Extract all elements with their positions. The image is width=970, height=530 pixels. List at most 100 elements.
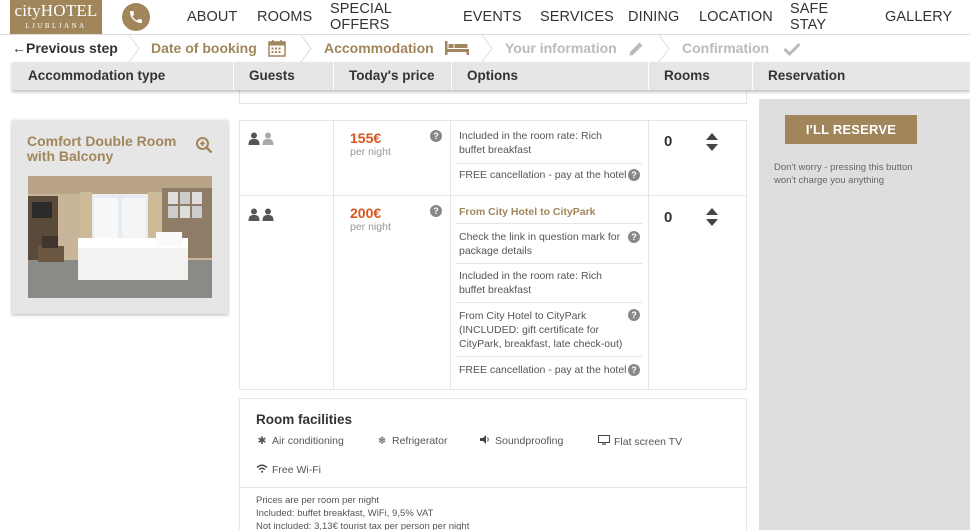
rate-package-name: From City Hotel to CityPark [459,206,596,218]
step-divider-chevron [658,35,670,62]
nav-special-offers[interactable]: SPECIAL OFFERS [330,1,391,33]
speaker-icon [479,435,491,447]
column-separator [648,62,649,90]
facility-item: Flat screen TV [598,435,682,448]
option-divider [456,302,642,303]
price-note: Included: buffet breakfast, WiFi, 9,5% V… [256,508,434,519]
option-divider [456,263,642,264]
facility-label: Soundproofing [495,435,564,447]
column-separator [333,62,334,90]
rate-option: From City Hotel to CityPark (INCLUDED: g… [459,310,623,350]
rates-row-line [240,195,746,196]
rate-per-night: per night [350,221,391,233]
facility-label: Refrigerator [392,435,448,447]
rooms-stepper-arrows[interactable] [705,207,719,227]
rate-option: FREE cancellation - pay at the hotel [459,169,627,181]
rate-option: FREE cancellation - pay at the hotel [459,364,627,376]
nav-safe-stay[interactable]: SAFE STAY [790,1,828,33]
help-question-icon[interactable]: ? [430,205,442,217]
column-header: Accommodation type Guests Today's price … [12,62,970,90]
option-divider [456,223,642,224]
rate-price: 155€ [350,130,382,146]
rates-column-line [450,121,451,389]
nav-dining[interactable]: DINING [628,9,679,25]
col-guests: Guests [249,68,295,83]
help-question-icon[interactable]: ? [628,231,640,243]
option-divider [456,356,642,357]
rooms-count: 0 [664,133,673,150]
room-facilities: Room facilities ✱ Air conditioning ❄ Refri… [239,398,747,530]
reservation-panel: I'LL RESERVE Don't worry - pressing this… [759,99,970,530]
arrow-left-icon: ← [12,40,26,56]
help-question-icon[interactable]: ? [628,169,640,181]
facility-label: Free Wi-Fi [272,464,321,476]
column-separator [233,62,234,90]
col-reservation: Reservation [768,68,846,83]
reserve-button[interactable]: I'LL RESERVE [785,115,917,144]
logo-sub-text: LJUBLJANA [25,22,87,30]
help-question-icon[interactable]: ? [628,364,640,376]
nav-gallery[interactable]: GALLERY [885,9,952,25]
rates-column-line [333,121,334,389]
rooms-stepper-arrows[interactable] [705,132,719,152]
two-guests-icon [248,208,274,221]
room-photo-illustration [28,176,212,298]
bed-icon [445,41,469,55]
option-divider [456,163,642,164]
col-accommodation-type: Accommodation type [28,68,166,83]
nav-services[interactable]: SERVICES [540,9,614,25]
room-title[interactable]: Comfort Double Room with Balcony [27,134,187,164]
facilities-title: Room facilities [256,412,353,427]
calendar-icon [268,40,286,57]
step-divider-chevron [128,35,140,62]
facility-item: ✱ Air conditioning [256,435,344,447]
rate-option: Check the link in question mark for pack… [459,231,621,257]
facility-label: Air conditioning [272,435,344,447]
logo-main-text: cityHOTEL [14,1,98,20]
rate-price: 200€ [350,205,382,221]
price-note: Not included: 3,13€ tourist tax per pers… [256,521,470,530]
facility-label: Flat screen TV [614,436,683,448]
col-todays-price: Today's price [349,68,435,83]
nav-about[interactable]: ABOUT [187,9,237,25]
col-options: Options [467,68,518,83]
room-photo[interactable] [28,176,212,298]
step-divider-chevron [481,35,493,62]
phone-icon [130,11,142,23]
check-icon [783,42,801,56]
step-date-of-booking[interactable]: Date of booking [151,35,257,62]
rates-column-line [648,121,649,389]
column-separator [752,62,753,90]
reserve-note: Don't worry - pressing this button won't… [774,162,913,186]
nav-location[interactable]: LOCATION [699,9,773,25]
nav-events[interactable]: EVENTS [463,9,522,25]
phone-button[interactable] [122,3,150,31]
refrigerator-icon: ❄ [377,435,387,447]
wifi-icon [256,464,268,476]
two-guests-one-faded-icon [248,132,274,145]
facility-item: Soundproofing [479,435,563,447]
col-rooms: Rooms [664,68,710,83]
tv-icon [598,435,610,448]
column-separator [451,62,452,90]
previous-step-label: Previous step [26,40,118,56]
help-question-icon[interactable]: ? [628,309,640,321]
hotel-logo[interactable]: cityHOTEL LJUBLJANA [10,0,102,34]
facilities-divider [240,487,746,488]
booking-steps: ←Previous step Date of booking Accommoda… [0,34,970,62]
rooms-count: 0 [664,209,673,226]
facility-item: Free Wi-Fi [256,464,321,476]
zoom-in-icon[interactable] [195,136,213,154]
previous-rate-row-edge [239,90,747,104]
nav-rooms[interactable]: ROOMS [257,9,312,25]
previous-step-link[interactable]: ←Previous step [12,35,118,62]
rates-table: 155€ per night ? Included in the room ra… [239,120,747,390]
rate-per-night: per night [350,146,391,158]
rate-option: Included in the room rate: Rich buffet b… [459,270,602,296]
help-question-icon[interactable]: ? [430,130,442,142]
rate-option: Included in the room rate: Rich buffet b… [459,130,602,156]
step-your-information: Your information [505,40,617,56]
step-confirmation: Confirmation [682,40,770,56]
step-accommodation[interactable]: Accommodation [324,35,434,62]
top-navigation: cityHOTEL LJUBLJANA ABOUT ROOMS SPECIAL … [0,0,970,34]
